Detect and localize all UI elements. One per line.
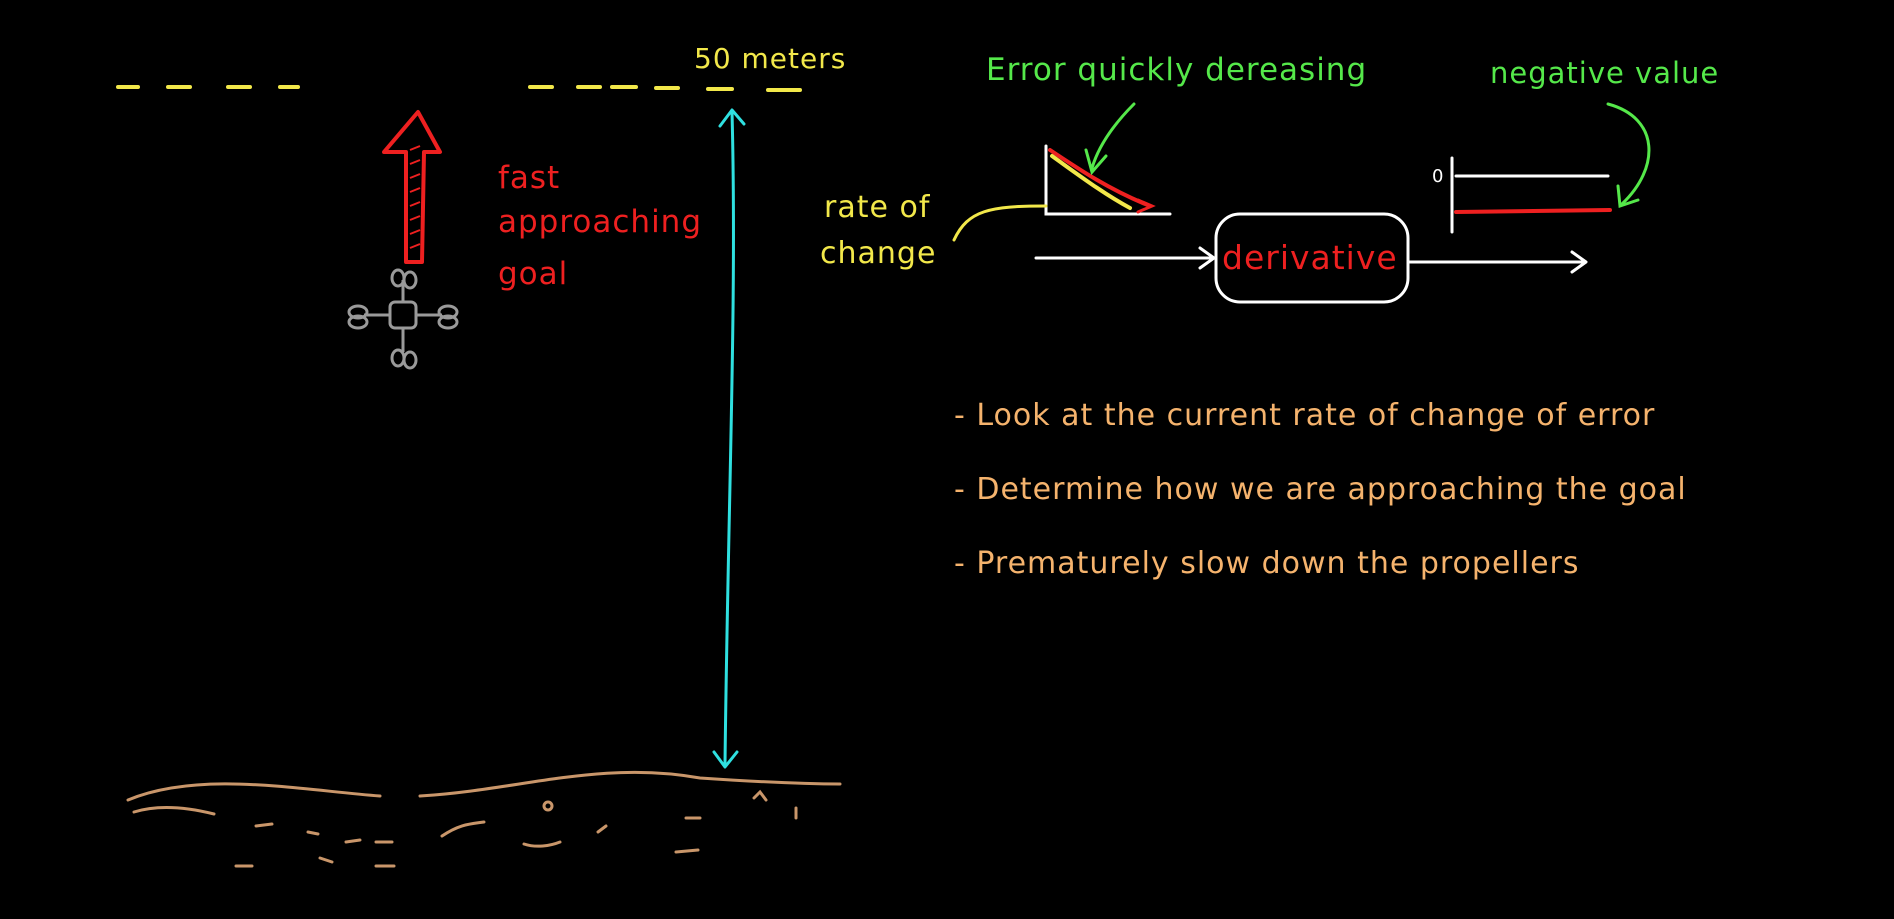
distance-label: 50 meters	[694, 42, 847, 75]
ground	[126, 770, 842, 868]
zero-tick-label: 0	[1432, 166, 1445, 187]
drone-icon	[347, 268, 459, 370]
goal-dashed-line	[116, 85, 802, 92]
error-mini-graph	[1044, 144, 1172, 216]
note-arrows	[1084, 102, 1651, 209]
negative-value-graph	[1450, 156, 1612, 234]
derivative-block-label: derivative	[1222, 238, 1398, 277]
negative-value-note: negative value	[1490, 56, 1720, 90]
rate-pointer	[952, 204, 1048, 242]
fast-label-line3: goal	[498, 256, 569, 292]
upward-arrow	[382, 110, 442, 264]
whiteboard	[116, 85, 1651, 868]
rate-label-line1: rate of	[824, 190, 931, 225]
bullet-2: - Determine how we are approaching the g…	[954, 472, 1687, 507]
rate-label-line2: change	[820, 236, 937, 271]
bullet-3: - Prematurely slow down the propellers	[954, 546, 1580, 581]
fast-label-line2: approaching	[498, 204, 703, 240]
fast-label-line1: fast	[498, 160, 561, 196]
distance-arrow	[712, 108, 746, 769]
error-note: Error quickly dereasing	[986, 52, 1368, 88]
bullet-1: - Look at the current rate of change of …	[954, 398, 1656, 433]
